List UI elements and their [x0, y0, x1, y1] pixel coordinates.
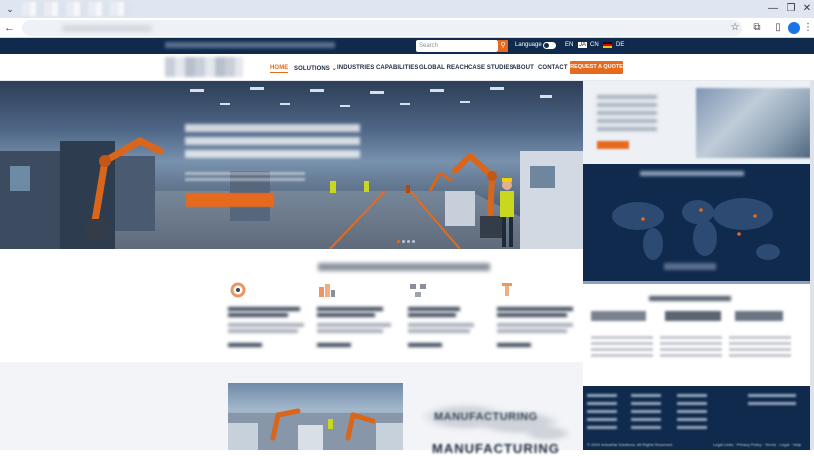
maximize-button[interactable]: ❐ [784, 2, 798, 16]
client-text-2 [660, 336, 722, 358]
manufacturing-image [228, 383, 403, 450]
hero-cta-button[interactable] [186, 193, 274, 207]
nav-industries[interactable]: INDUSTRIES [337, 65, 374, 71]
slide-dot-2[interactable] [402, 240, 405, 243]
nav-solutions[interactable]: SOLUTIONS ⌄ [294, 65, 337, 72]
url-text [62, 25, 152, 32]
factory-icon [319, 284, 335, 297]
global-reach-title [640, 171, 744, 176]
footer-links-col-1[interactable] [587, 394, 617, 430]
nav-global-reach[interactable]: GLOBAL REACH [419, 65, 468, 71]
capability-card-2[interactable] [317, 281, 397, 351]
slide-dot-4[interactable] [412, 240, 415, 243]
hero-subtext [185, 172, 305, 184]
extensions-icon[interactable]: ⧉ [750, 21, 764, 35]
sidepanel-icon[interactable]: ▯ [771, 21, 785, 35]
back-arrow-icon[interactable]: ← [4, 21, 18, 35]
client-text-1 [591, 336, 653, 358]
utility-bar-contact-text [165, 42, 335, 48]
minimize-button[interactable]: — [766, 2, 780, 16]
footer-legal-links[interactable]: Legal Links · Privacy Policy · Terms · L… [713, 442, 801, 447]
client-logo-3 [735, 311, 783, 321]
capability-text [228, 329, 298, 333]
company-logo[interactable] [165, 57, 243, 77]
client-text-3 [729, 336, 791, 358]
tab-search-chevron-icon[interactable]: ⌄ [4, 3, 16, 15]
network-icon [410, 284, 426, 297]
capability-text [408, 323, 474, 327]
footer-links-col-3[interactable] [677, 394, 707, 430]
capability-text [228, 323, 304, 327]
global-reach-button[interactable] [664, 263, 716, 270]
capability-title [228, 313, 288, 317]
language-label: Language [515, 42, 542, 48]
capability-title [497, 313, 567, 317]
nav-about[interactable]: ABOUT [512, 65, 534, 71]
featured-card-image [696, 88, 811, 158]
nav-home[interactable]: HOME [270, 65, 289, 73]
tool-icon [502, 283, 512, 296]
capability-card-1[interactable] [228, 281, 308, 351]
german-flag-icon [603, 42, 612, 48]
nav-contact[interactable]: CONTACT [538, 65, 568, 71]
featured-card-text [597, 95, 657, 135]
capability-link[interactable] [497, 343, 531, 347]
capability-text [317, 329, 383, 333]
client-logo-1 [591, 311, 646, 321]
star-icon[interactable]: ☆ [728, 21, 742, 35]
footer-social[interactable] [748, 394, 796, 406]
section-title-line1: MANUFACTURING [434, 411, 538, 423]
site-search-input[interactable]: Search [416, 40, 498, 52]
capability-text [497, 329, 567, 333]
capability-text [317, 323, 391, 327]
capability-title [317, 313, 375, 317]
search-icon: ⚲ [500, 42, 506, 49]
slide-dot-3[interactable] [407, 240, 410, 243]
capability-title [497, 307, 573, 311]
section-title-line2: MANUFACTURING [432, 441, 560, 456]
page-scrollbar[interactable] [810, 81, 814, 450]
capability-link[interactable] [228, 343, 262, 347]
menu-icon[interactable]: ⋮ [801, 21, 814, 35]
browser-tab-strip: ⌄ — ❐ ✕ [0, 0, 814, 18]
address-row: ← ☆ ⧉ ▯ ⋮ [0, 18, 814, 38]
capabilities-heading [318, 263, 490, 271]
capability-link[interactable] [408, 343, 442, 347]
hero-headline [185, 124, 360, 158]
lang-ja[interactable]: JA [578, 42, 588, 48]
capability-text [497, 323, 573, 327]
capability-card-3[interactable] [408, 281, 488, 351]
lang-en[interactable]: EN [565, 42, 573, 48]
site-utility-bar [0, 38, 814, 54]
language-toggle[interactable] [543, 42, 556, 49]
capability-title [408, 307, 460, 311]
browser-tab[interactable] [22, 2, 132, 16]
capability-link[interactable] [317, 343, 351, 347]
factory-hero-image [0, 87, 583, 249]
footer-links-col-2[interactable] [631, 394, 661, 430]
hero-banner [0, 81, 583, 249]
search-button[interactable]: ⚲ [498, 40, 508, 52]
capability-title [228, 307, 300, 311]
capability-title [408, 313, 456, 317]
nav-case-studies[interactable]: CASE STUDIES [468, 65, 514, 71]
nav-solutions-label: SOLUTIONS [294, 66, 330, 72]
capability-card-4[interactable] [497, 281, 577, 351]
featured-card-button[interactable] [597, 141, 629, 149]
nav-capabilities[interactable]: CAPABILITIES [376, 65, 418, 71]
footer-copyright: © 2024 Industrial Solutions. All Rights … [587, 442, 674, 447]
request-quote-button[interactable]: REQUEST A QUOTE [570, 61, 623, 74]
gear-icon [230, 282, 246, 298]
clients-title [649, 296, 731, 301]
capability-title [317, 307, 383, 311]
lang-cn[interactable]: CN [590, 42, 599, 48]
capability-text [408, 329, 470, 333]
lang-de[interactable]: DE [616, 42, 624, 48]
robot-line-picture [228, 408, 403, 450]
address-bar[interactable] [22, 20, 742, 36]
profile-avatar-icon[interactable] [788, 22, 800, 34]
slide-dot-1[interactable] [397, 240, 400, 243]
client-logo-2 [665, 311, 721, 321]
close-window-button[interactable]: ✕ [800, 2, 814, 16]
